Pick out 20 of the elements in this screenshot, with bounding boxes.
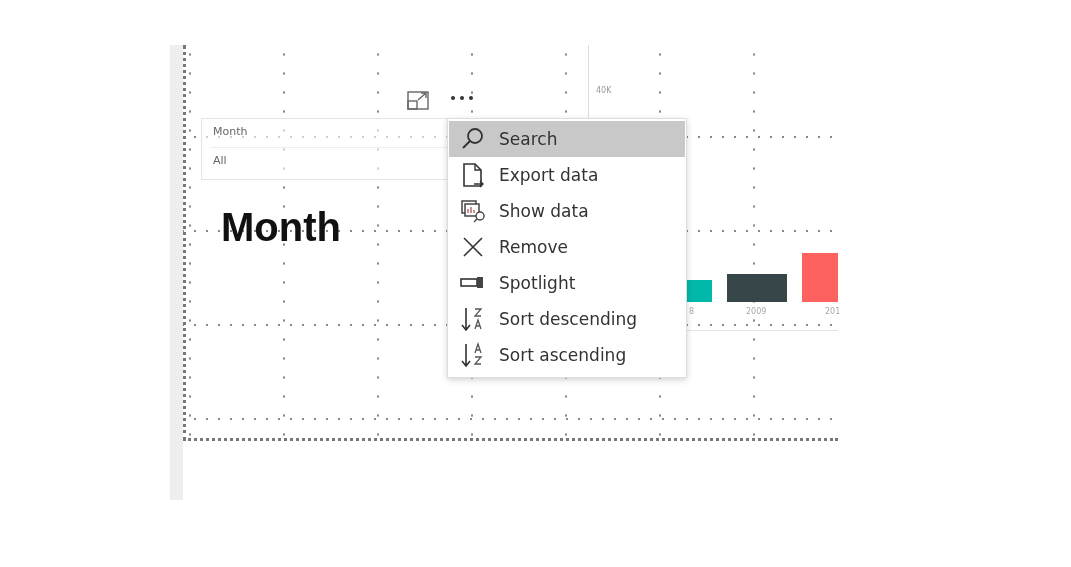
document-icon xyxy=(460,162,486,188)
menu-item[interactable]: Sort descending xyxy=(449,301,685,337)
table-chart-icon xyxy=(460,199,486,223)
axis-label: 40K xyxy=(596,86,612,95)
search-icon xyxy=(460,127,486,151)
axis-label: 2009 xyxy=(746,307,767,316)
menu-item[interactable]: Spotlight xyxy=(449,265,685,301)
menu-item[interactable]: Show data xyxy=(449,193,685,229)
slicer-dropdown[interactable]: All xyxy=(211,147,447,171)
menu-item[interactable]: Export data xyxy=(449,157,685,193)
focus-mode-icon[interactable] xyxy=(407,91,431,111)
menu-item[interactable]: Search xyxy=(449,121,685,157)
axis-label: 201 xyxy=(825,307,841,316)
menu-item[interactable]: Remove xyxy=(449,229,685,265)
card-value: Month xyxy=(221,205,341,250)
more-options-icon[interactable] xyxy=(450,95,474,101)
close-icon xyxy=(461,236,485,258)
menu-item[interactable]: Sort ascending xyxy=(449,337,685,373)
slicer-title: Month xyxy=(213,125,248,138)
axis-label: 8 xyxy=(689,307,695,316)
